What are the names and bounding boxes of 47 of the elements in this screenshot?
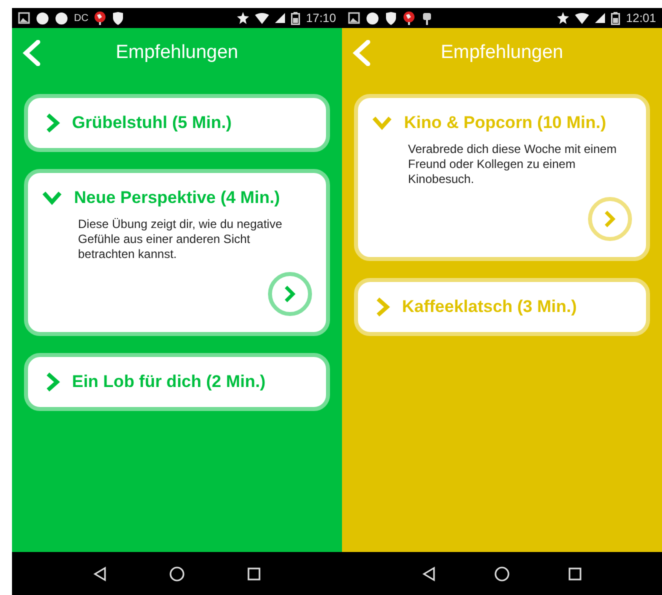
- chevron-right-icon: [284, 285, 296, 303]
- recents-icon[interactable]: [246, 566, 262, 582]
- battery-icon: [610, 12, 620, 24]
- exercise-title: Kino & Popcorn (10 Min.): [404, 112, 606, 134]
- exercise-title: Grübelstuhl (5 Min.): [72, 112, 232, 134]
- exercise-card[interactable]: Grübelstuhl (5 Min.): [24, 94, 330, 152]
- signal-icon: [274, 13, 285, 23]
- exercise-card[interactable]: Kaffeeklatsch (3 Min.): [354, 278, 650, 336]
- exercise-title: Neue Perspektive (4 Min.): [74, 187, 280, 210]
- circle-icon: [55, 12, 68, 24]
- screen-title: Empfehlungen: [116, 42, 238, 63]
- chevron-down-icon: [372, 116, 392, 130]
- signal-icon: [594, 13, 605, 23]
- wifi-icon: [254, 12, 269, 24]
- exercise-card[interactable]: Ein Lob für dich (2 Min.): [24, 353, 330, 411]
- chevron-right-icon: [46, 113, 60, 133]
- exercise-title: Kaffeeklatsch (3 Min.): [402, 296, 577, 318]
- home-icon[interactable]: [168, 566, 185, 582]
- exercise-description: Diese Übung zeigt dir, wie du negative Gefühle aus einer anderen Sicht betrachten kannst.: [77, 217, 284, 262]
- star-icon: [236, 12, 249, 24]
- recents-icon[interactable]: [567, 566, 584, 582]
- star-icon: [556, 12, 569, 24]
- screen-title: Empfehlungen: [440, 42, 564, 63]
- battery-icon: [290, 12, 300, 24]
- back-icon[interactable]: [92, 566, 108, 582]
- exercise-card[interactable]: Kino & Popcorn (10 Min.) Verabrede dich diese Woche mit einem Freund oder Kollegen zu einem Kinobesuch.: [354, 94, 650, 261]
- chevron-right-icon: [604, 210, 616, 228]
- chevron-right-icon: [46, 372, 60, 392]
- status-text: DC: [74, 12, 88, 26]
- exercise-card[interactable]: Neue Perspektive (4 Min.) Diese Übung zeigt dir, wie du negative Gefühle aus einer anderen Sicht betrachten kannst.: [24, 169, 330, 336]
- clock-text: 17:10: [306, 10, 336, 27]
- back-icon[interactable]: [420, 566, 437, 582]
- home-icon[interactable]: [494, 566, 510, 582]
- image-icon: [18, 12, 30, 24]
- start-button[interactable]: [588, 197, 632, 241]
- exercise-title: Ein Lob für dich (2 Min.): [72, 371, 266, 394]
- chevron-down-icon: [42, 191, 62, 205]
- image-icon: [348, 12, 360, 24]
- clock-text: 12:01: [626, 10, 656, 27]
- shield-icon: [385, 12, 397, 24]
- chevron-right-icon: [376, 297, 390, 317]
- shield-icon: [112, 12, 124, 24]
- exercise-description: Verabrede dich diese Woche mit einem Freund oder Kollegen zu einem Kinobesuch.: [407, 142, 618, 187]
- circle-icon: [366, 12, 379, 24]
- wifi-icon: [574, 12, 589, 24]
- start-button[interactable]: [268, 272, 312, 316]
- circle-icon: [36, 12, 49, 24]
